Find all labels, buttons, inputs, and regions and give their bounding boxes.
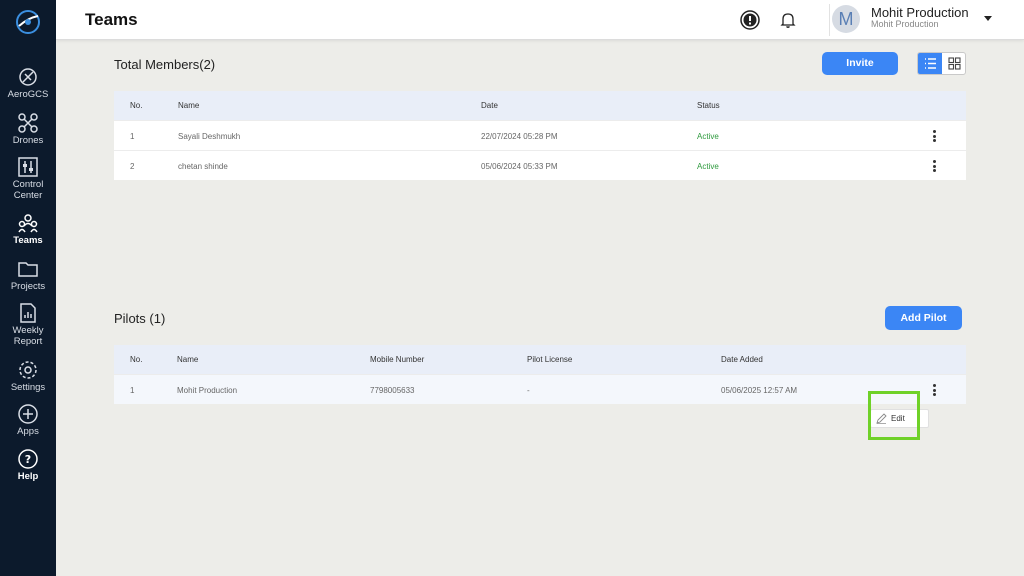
sidebar-item-aerogcs[interactable]: AeroGCS: [0, 66, 56, 100]
status-badge: Active: [697, 132, 719, 141]
sliders-icon: [18, 157, 38, 177]
pilots-section-title: Pilots (1): [114, 311, 166, 326]
edit-label: Edit: [891, 414, 905, 423]
avatar[interactable]: M: [832, 5, 860, 33]
plus-circle-icon: [18, 404, 38, 424]
pilots-table: No. Name Mobile Number Pilot License Dat…: [114, 345, 966, 404]
page-title: Teams: [85, 10, 138, 29]
header-divider: [829, 4, 830, 36]
folder-icon: [18, 262, 38, 277]
column-header: No.: [130, 355, 143, 364]
table-row[interactable]: 2 chetan shinde 05/06/2024 05:33 PM Acti…: [114, 150, 966, 180]
sidebar-item-apps[interactable]: Apps: [0, 403, 56, 437]
user-org: Mohit Production: [871, 19, 939, 29]
sidebar-item-drones[interactable]: Drones: [0, 112, 56, 146]
cell-no: 1: [130, 386, 135, 395]
team-icon: [18, 214, 38, 233]
column-header: Date Added: [721, 355, 763, 364]
sidebar-item-label: Control Center: [12, 179, 44, 201]
sidebar-item-label: Projects: [10, 281, 46, 292]
aero-logo-icon[interactable]: [14, 8, 42, 36]
sidebar-item-help[interactable]: ? Help: [0, 448, 56, 482]
members-section-title: Total Members(2): [114, 57, 216, 72]
table-row[interactable]: 1 Sayali Deshmukh 22/07/2024 05:28 PM Ac…: [114, 120, 966, 150]
sidebar-item-settings[interactable]: Settings: [0, 359, 56, 393]
user-name[interactable]: Mohit Production: [871, 5, 969, 20]
more-options-icon[interactable]: [931, 130, 937, 144]
cell-license: -: [527, 386, 530, 395]
invite-button[interactable]: Invite: [822, 52, 898, 75]
column-header: Name: [177, 355, 199, 364]
sidebar-item-label: Drones: [12, 135, 44, 146]
sidebar-item-control-center[interactable]: Control Center: [0, 156, 56, 201]
gear-icon: [19, 361, 37, 379]
grid-view-button[interactable]: [942, 53, 966, 74]
cell-no: 2: [130, 162, 135, 171]
list-icon: [924, 58, 936, 69]
chevron-down-icon[interactable]: [984, 16, 992, 21]
cell-name: Sayali Deshmukh: [178, 132, 241, 141]
status-badge: Active: [697, 162, 719, 171]
sidebar-item-label: Apps: [17, 426, 39, 437]
grid-icon: [947, 57, 961, 70]
sidebar-item-projects[interactable]: Projects: [0, 258, 56, 292]
more-options-icon[interactable]: [931, 160, 937, 174]
table-row[interactable]: 1 Mohit Production 7798005633 - 05/06/20…: [114, 374, 966, 404]
sidebar-item-label: Weekly Report: [12, 325, 44, 347]
satellite-icon: [19, 68, 37, 86]
column-header: No.: [130, 101, 143, 110]
report-icon: [20, 303, 36, 323]
column-header: Pilot License: [527, 355, 573, 364]
cell-name: chetan shinde: [178, 162, 228, 171]
drone-icon: [18, 113, 38, 133]
pencil-icon: [876, 413, 887, 424]
sidebar-item-label: AeroGCS: [7, 89, 49, 100]
sidebar-item-teams[interactable]: Teams: [0, 212, 56, 246]
cell-date: 22/07/2024 05:28 PM: [481, 132, 558, 141]
column-header: Date: [481, 101, 498, 110]
cell-no: 1: [130, 132, 135, 141]
more-options-icon[interactable]: [931, 384, 937, 398]
sidebar-item-label: Teams: [13, 235, 43, 246]
help-icon: ?: [18, 449, 38, 469]
alert-circle-icon[interactable]: [740, 10, 760, 30]
column-header: Mobile Number: [370, 355, 425, 364]
cell-date: 05/06/2024 05:33 PM: [481, 162, 558, 171]
svg-text:?: ?: [25, 453, 31, 466]
cell-mobile: 7798005633: [370, 386, 415, 395]
add-pilot-button[interactable]: Add Pilot: [885, 306, 962, 330]
sidebar-item-weekly-report[interactable]: Weekly Report: [0, 302, 56, 347]
sidebar-item-label: Settings: [10, 382, 46, 393]
cell-name: Mohit Production: [177, 386, 238, 395]
cell-date-added: 05/06/2025 12:57 AM: [721, 386, 798, 395]
view-toggle: [917, 52, 966, 75]
table-header: No. Name Date Status: [114, 91, 966, 120]
column-header: Name: [178, 101, 200, 110]
top-header: Teams M Mohit Production Mohit Productio…: [56, 0, 1024, 40]
sidebar-item-label: Help: [17, 471, 39, 482]
bell-icon[interactable]: [778, 10, 798, 30]
sidebar: AeroGCS Drones Control Center Teams Proj…: [0, 0, 56, 576]
edit-menu-item[interactable]: Edit: [870, 409, 929, 428]
column-header: Status: [697, 101, 720, 110]
table-header: No. Name Mobile Number Pilot License Dat…: [114, 345, 966, 374]
list-view-button[interactable]: [918, 53, 942, 74]
members-table: No. Name Date Status 1 Sayali Deshmukh 2…: [114, 91, 966, 180]
